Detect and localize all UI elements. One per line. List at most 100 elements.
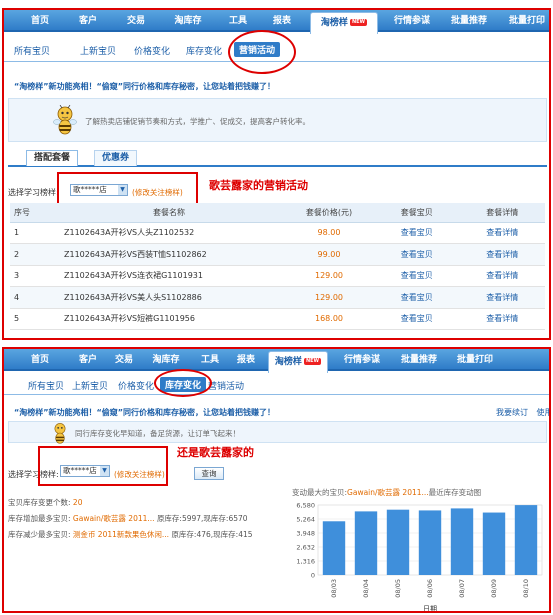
view-items-link[interactable]: 查看宝贝 (374, 265, 460, 287)
subnav-all-items[interactable]: 所有宝贝 (28, 379, 64, 392)
subnav-price-change[interactable]: 价格变化 (134, 44, 170, 57)
x-tick-label: 08/05 (394, 579, 402, 598)
x-axis-label: 日期 (423, 605, 437, 613)
tab-coupon[interactable]: 优惠券 (94, 150, 138, 166)
subnav-new-items[interactable]: 上新宝贝 (72, 379, 108, 392)
chart-title-prefix: 变动最大的宝贝: (292, 488, 348, 497)
stat-label: 宝贝库存变更个数: (8, 498, 71, 507)
col-detail: 套餐详情 (459, 203, 545, 223)
notice-box: 同行库存变化早知道，备足货源，让订单飞起来！ (8, 421, 547, 444)
nav-batch-print[interactable]: 批量打印 (450, 349, 500, 371)
bar (450, 508, 474, 575)
combo-table: 序号 套餐名称 套餐价格(元) 套餐宝贝 套餐详情 1 Z1102643A开衫VS… (10, 203, 545, 330)
highlight-box (38, 446, 168, 486)
new-badge: NEW (303, 358, 322, 365)
nav-home[interactable]: 首页 (24, 349, 56, 371)
nav-tools[interactable]: 工具 (222, 10, 254, 32)
nav-stock[interactable]: 淘库存 (146, 349, 186, 371)
bar (514, 505, 538, 575)
panel-marketing: 首页 客户 交易 淘库存 工具 报表 淘榜样 NEW 行情参谋 批量推荐 批量打印… (2, 8, 551, 340)
view-detail-link[interactable]: 查看详情 (459, 286, 545, 309)
row-combo-name: Z1102643A开衫VS西装T恤S1102862 (54, 243, 284, 266)
sub-nav: 所有宝贝 上新宝贝 价格变化 库存变化 营销活动 (4, 373, 549, 395)
row-index: 3 (10, 265, 54, 287)
nav-batch-print[interactable]: 批量打印 (502, 10, 549, 32)
table-row: 2 Z1102643A开衫VS西装T恤S1102862 99.00 查看宝贝 查看详情 (10, 243, 545, 266)
nav-market[interactable]: 行情参谋 (338, 349, 386, 371)
side-links: 我要续订 使用教 (496, 407, 549, 418)
subnav-marketing[interactable]: 营销活动 (208, 379, 244, 392)
subnav-all-items[interactable]: 所有宝贝 (14, 44, 50, 57)
y-tick-label: 3,948 (296, 530, 315, 538)
y-tick-label: 1,316 (296, 558, 315, 566)
stat-item-link[interactable]: 测金币 2011新款果色休闲... (73, 530, 169, 539)
nav-home[interactable]: 首页 (24, 10, 56, 32)
stat-item-link[interactable]: Gawain/歌芸露 2011... (73, 514, 155, 523)
nav-benchmark-label: 淘榜样 (274, 357, 302, 367)
view-detail-link[interactable]: 查看详情 (459, 308, 545, 330)
nav-reports[interactable]: 报表 (230, 349, 262, 371)
stat-extra: 原库存:5997,现库存:6570 (156, 514, 248, 523)
bar (482, 512, 506, 575)
subnav-new-items[interactable]: 上新宝贝 (80, 44, 116, 57)
chart-title-brand[interactable]: Gawain/歌芸露 2011... (347, 488, 429, 497)
notice-text: 了解热卖店铺促销节奏和方式，学推广、促成交，提高客户转化率。 (85, 117, 310, 126)
notice-box: 了解热卖店铺促销节奏和方式，学推广、促成交，提高客户转化率。 (8, 98, 547, 142)
nav-batch-recommend[interactable]: 批量推荐 (444, 10, 494, 32)
row-index: 2 (10, 243, 54, 266)
y-tick-label: 2,632 (296, 544, 315, 552)
col-items: 套餐宝贝 (374, 203, 460, 223)
stock-bar-chart: 0 1,316 2,632 3,948 5,264 6,580 08/03 08/04 08/0… (296, 502, 543, 613)
filter-label: 选择学习榜样: (8, 188, 59, 197)
tab-combo[interactable]: 搭配套餐 (26, 150, 79, 166)
subnav-stock-change[interactable]: 库存变化 (186, 44, 222, 57)
view-items-link[interactable]: 查看宝贝 (374, 222, 460, 244)
bar (322, 521, 346, 575)
stat-extra: 原库存:476,现库存:415 (171, 530, 253, 539)
view-detail-link[interactable]: 查看详情 (459, 222, 545, 244)
row-combo-name: Z1102643A开衫VS美人头S1102886 (54, 286, 284, 309)
stat-label: 库存减少最多宝贝: (8, 530, 71, 539)
callout-text: 还是歌芸露家的 (177, 446, 254, 459)
stat-value: 20 (72, 498, 83, 507)
nav-stock[interactable]: 淘库存 (168, 10, 208, 32)
row-index: 5 (10, 308, 54, 330)
bar (354, 511, 378, 575)
stat-row-changed-count: 宝贝库存变更个数: 20 (8, 497, 82, 508)
subnav-price-change[interactable]: 价格变化 (118, 379, 154, 392)
nav-benchmark-label: 淘榜样 (320, 18, 348, 28)
nav-customers[interactable]: 客户 (72, 349, 104, 371)
row-combo-price: 98.00 (284, 222, 374, 244)
table-row: 1 Z1102643A开衫VS人头Z1102532 98.00 查看宝贝 查看详情 (10, 222, 545, 244)
nav-customers[interactable]: 客户 (72, 10, 104, 32)
renew-link[interactable]: 我要续订 (496, 408, 528, 417)
row-combo-name: Z1102643A开衫VS短裤G1101956 (54, 308, 284, 330)
nav-trades[interactable]: 交易 (120, 10, 152, 32)
nav-batch-recommend[interactable]: 批量推荐 (394, 349, 444, 371)
nav-trades[interactable]: 交易 (108, 349, 140, 371)
view-detail-link[interactable]: 查看详情 (459, 265, 545, 287)
nav-market[interactable]: 行情参谋 (388, 10, 436, 32)
table-row: 4 Z1102643A开衫VS美人头S1102886 129.00 查看宝贝 查看详情 (10, 286, 545, 309)
col-price: 套餐价格(元) (284, 203, 374, 223)
view-items-link[interactable]: 查看宝贝 (374, 243, 460, 266)
stat-row-most-decreased: 库存减少最多宝贝: 测金币 2011新款果色休闲... 原库存:476,现库存:… (8, 529, 253, 540)
chart-title: 变动最大的宝贝:Gawain/歌芸露 2011...最近库存变动图 (292, 487, 481, 498)
view-detail-link[interactable]: 查看详情 (459, 243, 545, 266)
x-tick-label: 08/04 (362, 579, 370, 598)
x-tick-label: 08/10 (522, 579, 530, 598)
nav-tools[interactable]: 工具 (194, 349, 226, 371)
main-nav-bar: 首页 客户 交易 淘库存 工具 报表 淘榜样 NEW 行情参谋 批量推荐 批量打印 (4, 349, 549, 373)
tutorial-link[interactable]: 使用教 (537, 408, 549, 417)
view-items-link[interactable]: 查看宝贝 (374, 308, 460, 330)
tabs-underline (8, 165, 547, 167)
headline: “淘榜样”新功能亮相！“偷窥”同行价格和库存秘密，让您站着把钱赚了！ (14, 408, 276, 417)
nav-reports[interactable]: 报表 (266, 10, 298, 32)
row-combo-price: 129.00 (284, 265, 374, 287)
query-button[interactable]: 查询 (194, 467, 224, 480)
nav-benchmark[interactable]: 淘榜样 NEW (268, 351, 328, 373)
callout-text: 歌芸露家的营销活动 (209, 179, 308, 192)
nav-benchmark[interactable]: 淘榜样 NEW (310, 12, 378, 34)
view-items-link[interactable]: 查看宝贝 (374, 286, 460, 309)
row-combo-name: Z1102643A开衫VS连衣裙G1101931 (54, 265, 284, 287)
